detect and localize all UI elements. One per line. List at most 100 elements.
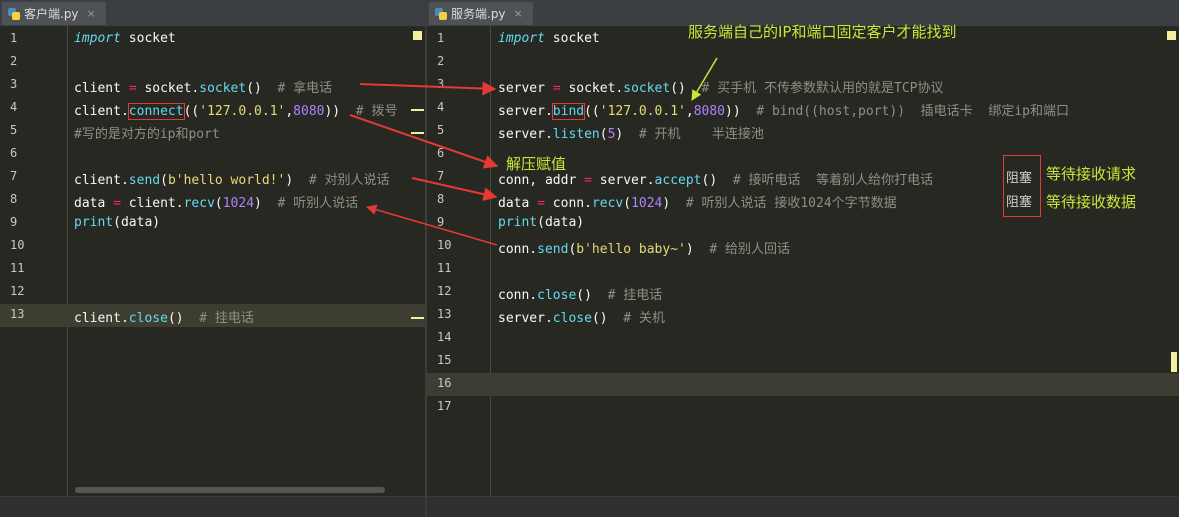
- line-number: 13: [437, 307, 452, 321]
- line-number: 14: [437, 330, 452, 344]
- line-number: 4: [10, 100, 18, 114]
- code-line[interactable]: 7 client.send(b'hello world!') # 对别人说话: [0, 166, 425, 189]
- code-line[interactable]: 9 print(data): [427, 212, 1179, 235]
- line-number: 6: [10, 146, 18, 160]
- python-file-icon: [435, 7, 447, 20]
- line-number: 10: [10, 238, 25, 252]
- code-line[interactable]: 9 print(data): [0, 212, 425, 235]
- code-line[interactable]: 4 client.connect(('127.0.0.1',8080)) # 拨号: [0, 97, 425, 120]
- warning-marker[interactable]: [1167, 31, 1176, 40]
- bind-highlight: bind: [551, 103, 586, 120]
- code-line[interactable]: 4 server.bind(('127.0.0.1',8080)) # bind(…: [427, 97, 1179, 120]
- code-line[interactable]: 10: [0, 235, 425, 258]
- close-icon[interactable]: ×: [87, 7, 96, 20]
- code-line[interactable]: 2: [0, 51, 425, 74]
- line-number: 1: [437, 31, 445, 45]
- code-text: print(data): [74, 215, 161, 230]
- code-text: client.connect(('127.0.0.1',8080)) # 拨号: [74, 103, 398, 120]
- line-number: 12: [10, 284, 25, 298]
- code-text: server = socket.socket() # 买手机 不传参数默认用的就…: [498, 81, 944, 96]
- code-text: import socket: [74, 31, 176, 46]
- line-number: 8: [10, 192, 18, 206]
- status-strip: [0, 496, 425, 517]
- line-number: 17: [437, 399, 452, 413]
- tab-client-py[interactable]: 客户端.py ×: [2, 2, 106, 25]
- code-text: data = conn.recv(1024) # 听别人说话 接收1024个字节…: [498, 196, 897, 211]
- code-line[interactable]: 12 conn.close() # 挂电话: [427, 281, 1179, 304]
- client-tab-bar: 客户端.py ×: [0, 0, 425, 27]
- line-number: 15: [437, 353, 452, 367]
- server-editor-pane[interactable]: 服务端.py × 1 import socket 2 3 server = sock…: [427, 0, 1179, 517]
- server-ip-annotation: 服务端自己的IP和端口固定客户才能找到: [688, 23, 957, 41]
- code-line[interactable]: 10 conn.send(b'hello baby~') # 给别人回话: [427, 235, 1179, 258]
- line-number: 16: [437, 376, 452, 390]
- python-file-icon: [8, 7, 20, 20]
- code-line[interactable]: 11: [427, 258, 1179, 281]
- code-line[interactable]: 13 server.close() # 关机: [427, 304, 1179, 327]
- current-code-line[interactable]: 13 client.close() # 挂电话: [0, 304, 425, 327]
- line-number: 11: [437, 261, 452, 275]
- line-number: 6: [437, 146, 445, 160]
- close-icon[interactable]: ×: [514, 7, 523, 20]
- tab-server-py[interactable]: 服务端.py ×: [429, 2, 533, 25]
- code-text: conn.close() # 挂电话: [498, 288, 663, 303]
- code-line[interactable]: 12: [0, 281, 425, 304]
- code-line[interactable]: 8 data = client.recv(1024) # 听别人说话: [0, 189, 425, 212]
- code-line[interactable]: 3 client = socket.socket() # 拿电话: [0, 74, 425, 97]
- line-number: 2: [437, 54, 445, 68]
- blocking-label: 阻塞: [1006, 171, 1033, 186]
- code-line[interactable]: 14: [427, 327, 1179, 350]
- code-line[interactable]: 11: [0, 258, 425, 281]
- line-number: 9: [10, 215, 18, 229]
- code-text: client.close() # 挂电话: [74, 311, 254, 326]
- code-line[interactable]: 17: [427, 396, 1179, 419]
- line-number: 11: [10, 261, 25, 275]
- line-number: 4: [437, 100, 445, 114]
- line-number: 7: [437, 169, 445, 183]
- line-number: 7: [10, 169, 18, 183]
- line-number: 2: [10, 54, 18, 68]
- line-number: 3: [437, 77, 445, 91]
- scroll-marker[interactable]: [1171, 352, 1177, 372]
- code-line[interactable]: 3 server = socket.socket() # 买手机 不传参数默认用的…: [427, 74, 1179, 97]
- line-number: 3: [10, 77, 18, 91]
- error-stripe-mark[interactable]: [411, 109, 424, 111]
- code-text: conn.send(b'hello baby~') # 给别人回话: [498, 242, 790, 257]
- line-number: 1: [10, 31, 18, 45]
- status-strip: [427, 496, 1179, 517]
- line-number: 5: [437, 123, 445, 137]
- error-stripe-mark[interactable]: [411, 132, 424, 134]
- line-number: 12: [437, 284, 452, 298]
- wait-request-annotation: 等待接收请求: [1046, 165, 1137, 183]
- code-line[interactable]: 1 import socket: [0, 28, 425, 51]
- code-text: server.close() # 关机: [498, 311, 665, 326]
- code-line[interactable]: 6: [0, 143, 425, 166]
- code-line[interactable]: 15: [427, 350, 1179, 373]
- tab-label: 客户端.py: [24, 7, 79, 21]
- error-stripe-mark[interactable]: [411, 317, 424, 319]
- code-line[interactable]: 5 #写的是对方的ip和port: [0, 120, 425, 143]
- line-number: 9: [437, 215, 445, 229]
- line-number: 13: [10, 307, 25, 321]
- line-number: 10: [437, 238, 452, 252]
- warning-marker[interactable]: [413, 31, 422, 40]
- line-number: 8: [437, 192, 445, 206]
- client-editor-pane[interactable]: 客户端.py × 1 import socket 2 3 client = sock…: [0, 0, 425, 517]
- current-code-line[interactable]: 16: [427, 373, 1179, 396]
- horizontal-scrollbar[interactable]: [75, 487, 385, 493]
- code-text: print(data): [498, 215, 585, 230]
- blocking-label: 阻塞: [1006, 195, 1033, 210]
- line-number: 5: [10, 123, 18, 137]
- tab-label: 服务端.py: [451, 7, 506, 21]
- code-text: client.send(b'hello world!') # 对别人说话: [74, 173, 390, 188]
- code-line[interactable]: 5 server.listen(5) # 开机 半连接池: [427, 120, 1179, 143]
- code-text: #写的是对方的ip和port: [74, 127, 220, 142]
- code-text: data = client.recv(1024) # 听别人说话: [74, 196, 359, 211]
- wait-data-annotation: 等待接收数据: [1046, 193, 1137, 211]
- unpack-annotation: 解压赋值: [506, 155, 567, 173]
- code-text: server.bind(('127.0.0.1',8080)) # bind((…: [498, 103, 1069, 120]
- code-line[interactable]: 2: [427, 51, 1179, 74]
- code-text: import socket: [498, 31, 600, 46]
- code-text: client = socket.socket() # 拿电话: [74, 81, 333, 96]
- connect-highlight: connect: [127, 103, 185, 120]
